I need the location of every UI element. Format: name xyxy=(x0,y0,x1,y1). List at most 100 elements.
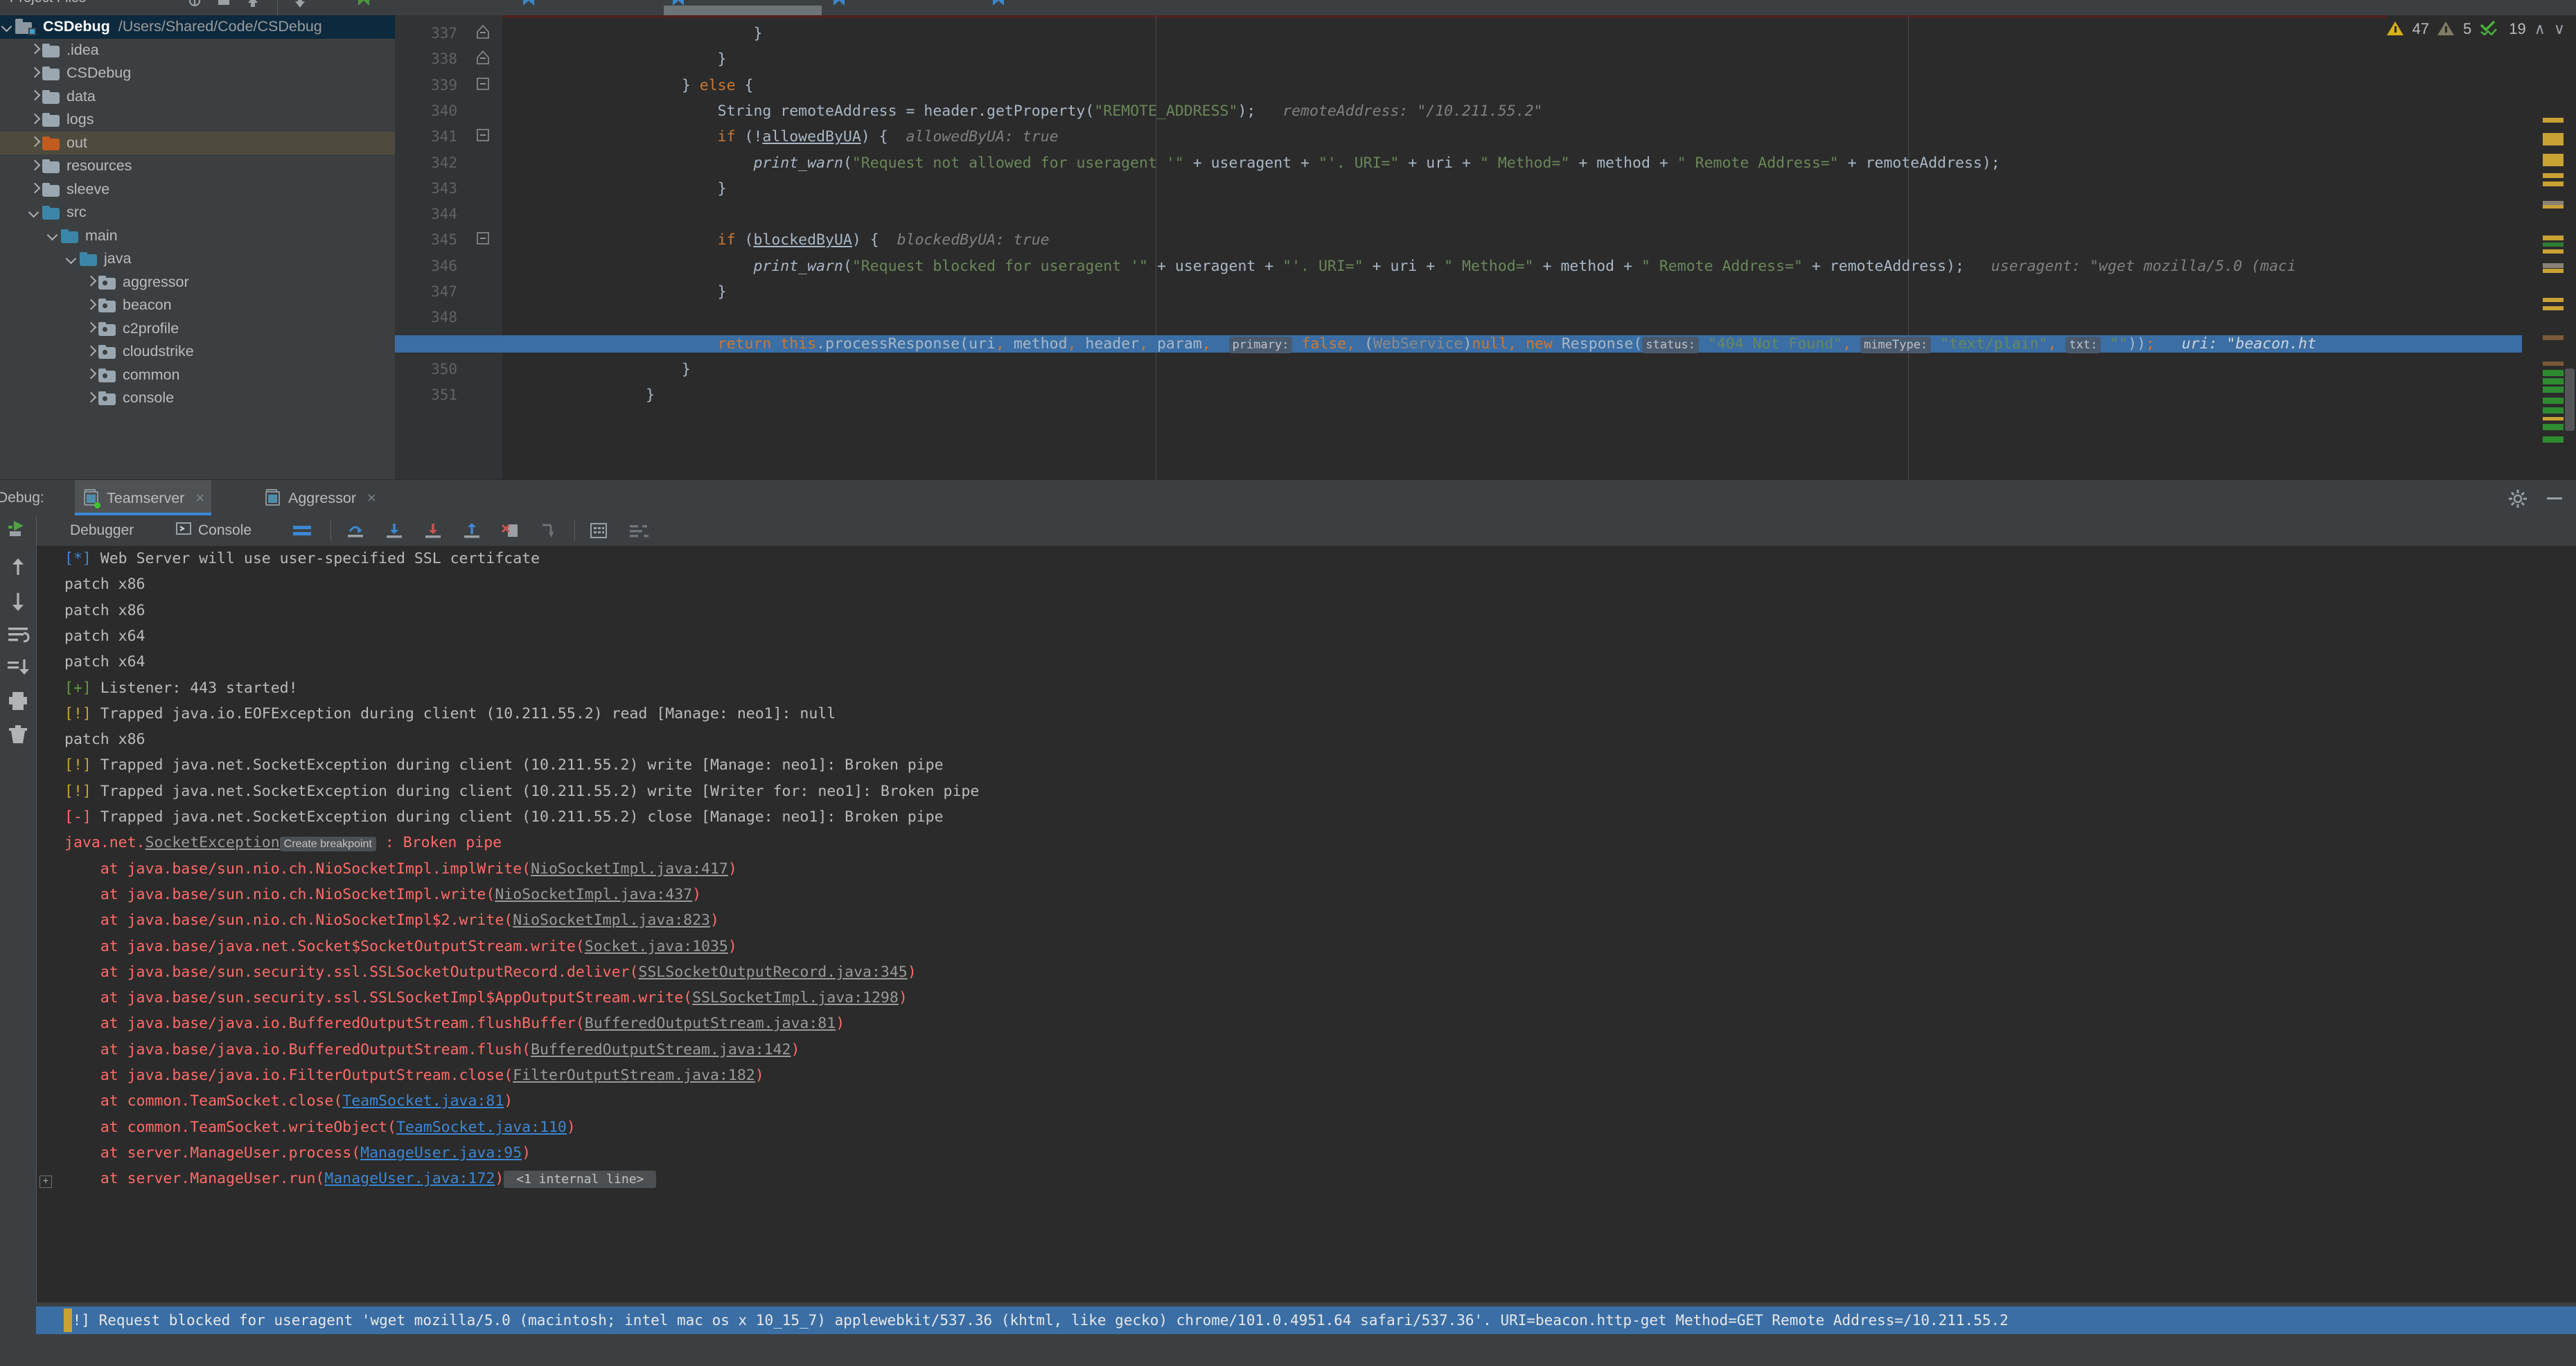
console-stack-line[interactable]: at java.base/java.io.BufferedOutputStrea… xyxy=(64,1041,800,1058)
code-line[interactable]: print_warn("Request blocked for useragen… xyxy=(502,258,2295,275)
code-line[interactable]: } xyxy=(502,283,727,301)
evaluate-icon[interactable] xyxy=(588,515,609,546)
fold-marker-icon[interactable] xyxy=(475,127,491,143)
tab-console[interactable]: Console xyxy=(175,515,252,546)
gear-icon[interactable] xyxy=(2508,489,2528,513)
print-icon[interactable] xyxy=(6,689,30,713)
error-stripe-mark[interactable] xyxy=(2543,424,2564,430)
minimize-icon[interactable] xyxy=(215,0,233,10)
error-stripe-mark[interactable] xyxy=(2543,242,2564,247)
error-stripe-mark[interactable] xyxy=(2543,298,2564,302)
console-selected-line[interactable]: [!] Request blocked for useragent 'wget … xyxy=(36,1306,2576,1334)
console-exception-header[interactable]: java.net.SocketException Create breakpoin… xyxy=(64,834,502,852)
run-to-cursor-icon[interactable] xyxy=(538,515,561,546)
force-step-into-icon[interactable] xyxy=(422,515,444,546)
error-stripe-mark[interactable] xyxy=(2543,269,2564,273)
fold-marker-icon[interactable] xyxy=(475,49,491,66)
soft-wrap-icon[interactable] xyxy=(6,622,30,647)
chevron-right-icon[interactable] xyxy=(83,391,98,406)
error-stripe-mark[interactable] xyxy=(2543,417,2564,420)
tree-root-csdebug[interactable]: CSDebug/Users/Shared/Code/CSDebug xyxy=(0,15,395,39)
fold-expand-icon[interactable]: + xyxy=(39,1176,52,1189)
error-stripe-mark[interactable] xyxy=(2543,407,2564,414)
close-icon[interactable]: × xyxy=(367,489,376,507)
upload-icon[interactable] xyxy=(244,0,262,10)
code-line[interactable]: } xyxy=(502,361,691,378)
console-stack-line[interactable]: at server.ManageUser.run(ManageUser.java… xyxy=(64,1170,657,1189)
error-stripe-mark[interactable] xyxy=(2543,436,2564,443)
tree-item-out[interactable]: out xyxy=(0,131,395,154)
console-stack-line[interactable]: at common.TeamSocket.writeObject(TeamSoc… xyxy=(64,1119,576,1136)
step-out-icon[interactable] xyxy=(461,515,483,546)
error-stripe-mark[interactable] xyxy=(2543,335,2564,340)
console-stack-line[interactable]: at java.base/sun.nio.ch.NioSocketImpl$2.… xyxy=(64,912,719,929)
fold-marker-icon[interactable] xyxy=(475,24,491,40)
scroll-down-icon[interactable] xyxy=(6,589,30,614)
code-editor[interactable]: 337 } 338 } 339 } else {340 String remoteA… xyxy=(395,15,2576,479)
error-stripe-markers[interactable] xyxy=(2522,15,2576,479)
tree-item-cloudstrike[interactable]: cloudstrike xyxy=(0,340,395,364)
console-line-info[interactable]: [-] Trapped java.net.SocketException dur… xyxy=(64,808,944,826)
code-line[interactable]: } xyxy=(502,25,762,42)
step-into-icon[interactable] xyxy=(383,515,405,546)
project-tree-panel[interactable]: CSDebug/Users/Shared/Code/CSDebug .idea CS… xyxy=(0,15,395,479)
console-line-info[interactable]: [+] Listener: 443 started! xyxy=(64,680,298,697)
tree-item-src[interactable]: src xyxy=(0,201,395,224)
error-stripe-mark[interactable] xyxy=(2543,362,2564,366)
chevron-right-icon[interactable] xyxy=(27,135,42,150)
debug-tab-teamserver[interactable]: Teamserver × xyxy=(75,480,212,516)
chevron-down-icon[interactable] xyxy=(27,205,42,220)
chevron-down-icon[interactable] xyxy=(0,19,15,35)
tree-item-idea[interactable]: .idea xyxy=(0,39,395,62)
console-line-plain[interactable]: patch x64 xyxy=(64,653,145,671)
clear-all-icon[interactable] xyxy=(6,722,30,747)
code-line[interactable]: } else { xyxy=(502,77,754,94)
tree-item-main[interactable]: main xyxy=(0,224,395,248)
chevron-down-icon[interactable] xyxy=(64,251,80,267)
error-stripe-mark[interactable] xyxy=(2543,205,2564,209)
error-stripe-mark[interactable] xyxy=(2543,249,2564,254)
chevron-down-icon[interactable] xyxy=(46,228,61,243)
error-stripe-mark[interactable] xyxy=(2543,263,2564,268)
error-stripe-mark[interactable] xyxy=(2543,118,2564,123)
console-line-plain[interactable]: patch x86 xyxy=(64,602,145,619)
fold-marker-icon[interactable] xyxy=(475,76,491,92)
vcs-icon[interactable] xyxy=(186,0,204,10)
tree-item-aggressor[interactable]: aggressor xyxy=(0,271,395,294)
code-line[interactable]: } xyxy=(502,387,655,404)
chevron-right-icon[interactable] xyxy=(27,112,42,127)
console-line-plain[interactable]: patch x86 xyxy=(64,576,145,593)
threads-icon[interactable] xyxy=(627,515,649,546)
error-stripe-mark[interactable] xyxy=(2543,398,2564,404)
code-line[interactable]: print_warn("Request not allowed for user… xyxy=(502,154,2000,172)
console-line-plain[interactable]: patch x86 xyxy=(64,731,145,748)
chevron-right-icon[interactable] xyxy=(27,89,42,104)
tree-item-beacon[interactable]: beacon xyxy=(0,294,395,317)
console-stack-line[interactable]: at java.base/java.io.BufferedOutputStrea… xyxy=(64,1015,845,1032)
show-frames-icon[interactable] xyxy=(292,515,312,546)
minimize-icon[interactable] xyxy=(2544,486,2565,513)
console-side-toolbar[interactable] xyxy=(0,546,36,1366)
code-line[interactable]: } xyxy=(502,51,727,68)
tree-item-resources[interactable]: resources xyxy=(0,154,395,178)
step-over-icon[interactable] xyxy=(344,515,367,546)
chevron-right-icon[interactable] xyxy=(83,298,98,313)
code-line[interactable]: if (!allowedByUA) { allowedByUA: true xyxy=(502,128,1059,145)
console-line-info[interactable]: [!] Trapped java.net.SocketException dur… xyxy=(64,783,979,800)
console-line-info[interactable]: [!] Trapped java.net.SocketException dur… xyxy=(64,756,944,774)
rerun-icon[interactable] xyxy=(6,517,30,542)
tree-item-logs[interactable]: logs xyxy=(0,108,395,132)
error-stripe-mark[interactable] xyxy=(2543,236,2564,240)
console-line-info[interactable]: [*] Web Server will use user-specified S… xyxy=(64,550,540,567)
drop-frame-icon[interactable] xyxy=(500,515,522,546)
console-line-info[interactable]: [!] Trapped java.io.EOFException during … xyxy=(64,705,836,722)
inspection-status[interactable]: 47 5 19 ∧ ∨ xyxy=(2386,15,2576,43)
error-stripe-mark[interactable] xyxy=(2543,181,2564,186)
console-stack-line[interactable]: at java.base/sun.security.ssl.SSLSocketI… xyxy=(64,989,908,1006)
tree-item-console[interactable]: console xyxy=(0,387,395,410)
console-stack-line[interactable]: at java.base/java.net.Socket$SocketOutpu… xyxy=(64,938,737,955)
editor-scrollbar-thumb[interactable] xyxy=(2565,369,2575,431)
tree-item-c2profile[interactable]: c2profile xyxy=(0,317,395,341)
error-stripe-mark[interactable] xyxy=(2543,370,2564,376)
tree-item-sleeve[interactable]: sleeve xyxy=(0,178,395,202)
